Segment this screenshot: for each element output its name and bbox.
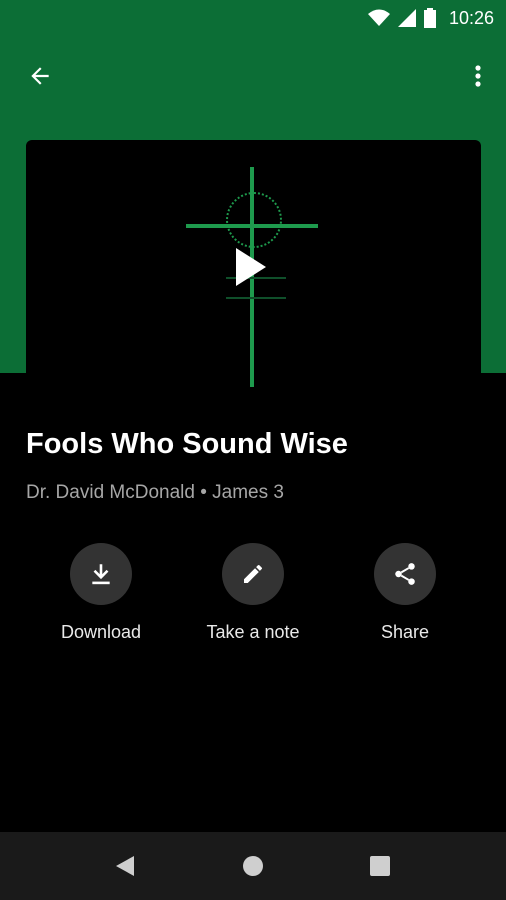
nav-home-button[interactable]: [235, 848, 271, 884]
share-circle[interactable]: [374, 543, 436, 605]
emblem-artwork: [226, 192, 282, 248]
navigation-bar: [0, 832, 506, 900]
share-label: Share: [380, 622, 430, 642]
circle-home-icon: [243, 856, 263, 876]
more-options-button[interactable]: [466, 58, 490, 94]
back-button[interactable]: [20, 58, 60, 94]
video-player[interactable]: [26, 140, 481, 400]
triangle-back-icon: [116, 856, 134, 876]
wifi-icon: [368, 9, 390, 26]
action-row: Download Take a note Share: [0, 543, 506, 653]
take-note-circle[interactable]: [222, 543, 284, 605]
square-recents-icon: [370, 856, 390, 876]
battery-icon: [424, 8, 436, 28]
app-bar: [0, 48, 506, 104]
nav-recents-button[interactable]: [362, 848, 398, 884]
play-icon[interactable]: [236, 248, 266, 286]
status-icons: [368, 8, 436, 28]
nav-back-button[interactable]: [107, 848, 143, 884]
status-time: 10:26: [448, 8, 494, 28]
status-bar: 10:26: [0, 0, 506, 36]
download-circle[interactable]: [70, 543, 132, 605]
signal-icon: [398, 9, 416, 27]
share-button[interactable]: Share: [330, 543, 480, 643]
share-icon: [395, 563, 415, 585]
pencil-icon: [244, 564, 263, 583]
download-icon: [92, 564, 110, 585]
download-button[interactable]: Download: [26, 543, 176, 643]
take-note-label: Take a note: [206, 622, 300, 642]
more-vertical-icon: [475, 65, 481, 87]
take-note-button[interactable]: Take a note: [178, 543, 328, 643]
episode-subtitle: Dr. David McDonald • James 3: [26, 482, 284, 503]
download-label: Download: [60, 622, 142, 642]
arrow-back-icon: [31, 67, 49, 85]
episode-title: Fools Who Sound Wise: [26, 428, 348, 460]
